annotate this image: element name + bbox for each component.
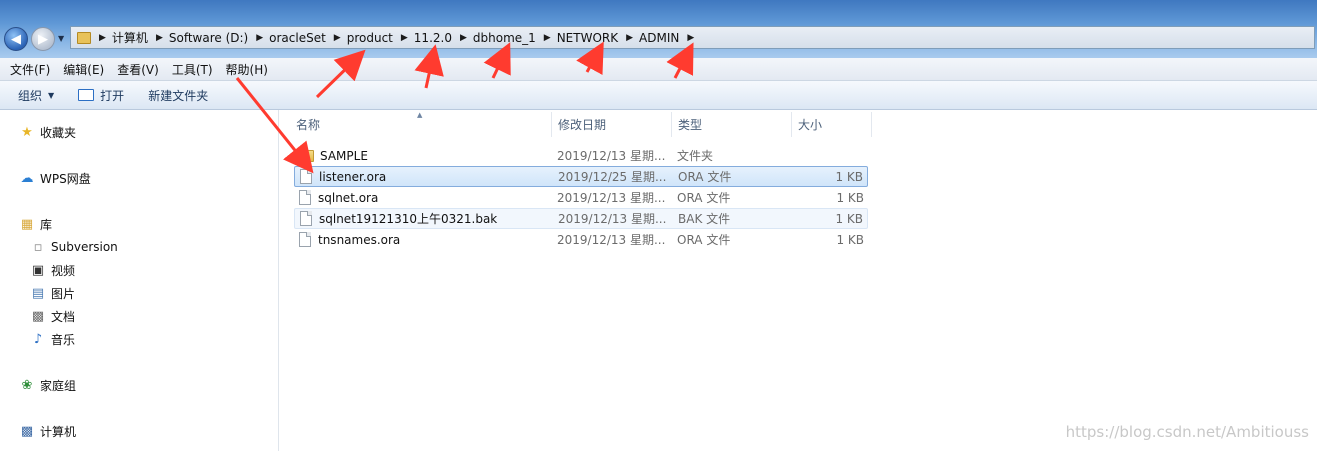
breadcrumb-software-d[interactable]: ▶ Software (D:)	[148, 31, 248, 45]
sidebar-item-homegroup[interactable]: ❀ 家庭组	[19, 377, 76, 394]
chevron-right-icon[interactable]: ▶	[156, 33, 163, 43]
organize-button[interactable]: 组织 ▼	[18, 87, 54, 104]
column-header-date[interactable]: 修改日期	[552, 112, 672, 137]
sidebar-item-music[interactable]: ♪ 音乐	[30, 331, 75, 348]
breadcrumb-product[interactable]: ▶ product	[326, 31, 393, 45]
file-icon	[300, 211, 312, 226]
chevron-right-icon[interactable]: ▶	[401, 33, 408, 43]
star-icon: ★	[21, 125, 33, 140]
file-row[interactable]: SAMPLE 2019/12/13 星期... 文件夹	[294, 145, 868, 166]
breadcrumb-network[interactable]: ▶ NETWORK	[536, 31, 618, 45]
breadcrumb-11-2-0[interactable]: ▶ 11.2.0	[393, 31, 452, 45]
navigation-pane: ★ 收藏夹 ☁ WPS网盘 ▦ 库 ▫ Subversion ▣ 视频 ▤ 图片…	[0, 110, 279, 451]
chevron-right-icon[interactable]: ▶	[626, 33, 633, 43]
column-header-type[interactable]: 类型	[672, 112, 792, 137]
chevron-right-icon[interactable]: ▶	[99, 33, 106, 43]
watermark: https://blog.csdn.net/Ambitiouss	[1065, 423, 1309, 441]
breadcrumb-computer[interactable]: ▶ 计算机	[91, 29, 148, 46]
cloud-icon: ☁	[20, 171, 34, 186]
sidebar-item-computer[interactable]: ▩ 计算机	[19, 423, 76, 440]
chevron-right-icon[interactable]: ▶	[256, 33, 263, 43]
arrow-left-icon: ◀	[11, 31, 21, 47]
file-row[interactable]: tnsnames.ora 2019/12/13 星期... ORA 文件 1 K…	[294, 229, 868, 250]
folder-icon	[77, 31, 91, 44]
picture-icon: ▤	[31, 286, 45, 301]
history-dropdown-icon[interactable]: ▼	[58, 34, 64, 43]
menu-view[interactable]: 查看(V)	[117, 61, 159, 78]
address-bar[interactable]: ▶ 计算机 ▶ Software (D:) ▶ oracleSet ▶ product …	[70, 26, 1315, 49]
document-icon: ▩	[31, 309, 45, 324]
breadcrumb-oracleset[interactable]: ▶ oracleSet	[248, 31, 326, 45]
back-button[interactable]: ◀	[4, 27, 28, 51]
new-folder-button[interactable]: 新建文件夹	[148, 87, 208, 104]
file-row[interactable]: listener.ora 2019/12/25 星期... ORA 文件 1 K…	[294, 166, 868, 187]
menu-help[interactable]: 帮助(H)	[226, 61, 268, 78]
command-bar: 组织 ▼ 打开 新建文件夹	[0, 81, 1317, 110]
sidebar-item-documents[interactable]: ▩ 文档	[30, 308, 75, 325]
caret-down-icon: ▼	[48, 90, 55, 100]
film-icon: ▣	[31, 263, 45, 278]
menu-file[interactable]: 文件(F)	[10, 61, 50, 78]
title-bar: ◀ ▶ ▼ ▶ 计算机 ▶ Software (D:) ▶ oracleSet ▶ pr…	[0, 0, 1317, 58]
open-button[interactable]: 打开	[78, 87, 124, 104]
menu-edit[interactable]: 编辑(E)	[63, 61, 104, 78]
file-icon	[299, 190, 311, 205]
sidebar-item-subversion[interactable]: ▫ Subversion	[30, 239, 118, 255]
computer-icon: ▩	[20, 424, 34, 439]
sidebar-item-videos[interactable]: ▣ 视频	[30, 262, 75, 279]
arrow-right-icon: ▶	[38, 31, 48, 47]
chevron-right-icon[interactable]: ▶	[544, 33, 551, 43]
file-icon	[300, 169, 312, 184]
chevron-right-icon[interactable]: ▶	[334, 33, 341, 43]
file-icon	[299, 232, 311, 247]
sidebar-item-favorites[interactable]: ★ 收藏夹	[19, 124, 76, 141]
homegroup-icon: ❀	[21, 378, 33, 393]
sidebar-item-wps[interactable]: ☁ WPS网盘	[19, 170, 91, 187]
column-header-size[interactable]: 大小	[792, 112, 872, 137]
open-window-icon	[78, 89, 95, 101]
music-note-icon: ♪	[33, 332, 43, 347]
document-icon: ▫	[33, 239, 43, 255]
forward-button[interactable]: ▶	[31, 27, 55, 51]
breadcrumb-dbhome-1[interactable]: ▶ dbhome_1	[452, 31, 536, 45]
menu-tools[interactable]: 工具(T)	[172, 61, 213, 78]
breadcrumb-admin[interactable]: ▶ ADMIN ▶	[618, 31, 700, 45]
sidebar-item-libraries[interactable]: ▦ 库	[19, 216, 52, 233]
file-row[interactable]: sqlnet19121310上午0321.bak 2019/12/13 星期..…	[294, 208, 868, 229]
column-header-name[interactable]: 名称	[290, 112, 552, 137]
library-icon: ▦	[20, 217, 34, 232]
chevron-right-icon[interactable]: ▶	[687, 33, 694, 43]
folder-icon	[299, 149, 314, 162]
sidebar-item-pictures[interactable]: ▤ 图片	[30, 285, 75, 302]
file-row[interactable]: sqlnet.ora 2019/12/13 星期... ORA 文件 1 KB	[294, 187, 868, 208]
chevron-right-icon[interactable]: ▶	[460, 33, 467, 43]
menu-bar: 文件(F) 编辑(E) 查看(V) 工具(T) 帮助(H)	[0, 58, 1317, 81]
